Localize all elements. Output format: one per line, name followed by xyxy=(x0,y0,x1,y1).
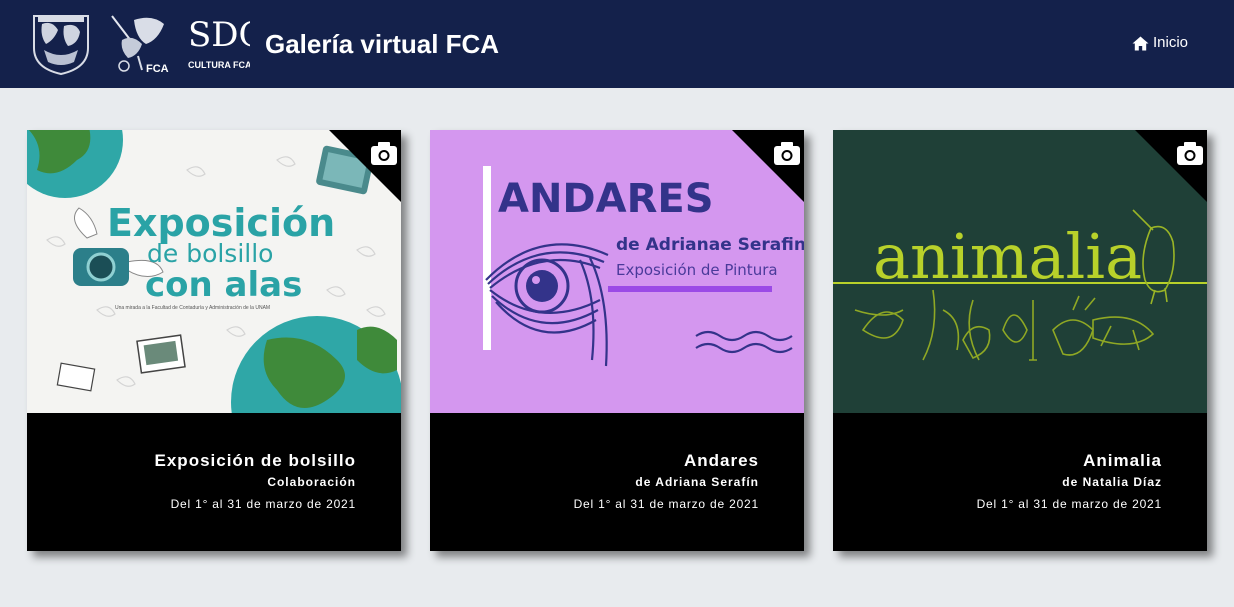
exhibition-card-animalia[interactable]: animalia Animalia de Natalia Díaz Del 1°… xyxy=(833,130,1207,551)
poster-andares-caption: Exposición de Pintura xyxy=(616,261,778,279)
card-corner-badge xyxy=(1135,130,1207,202)
exhibition-card-andares[interactable]: ANDARES de Adrianae Serafin Exposición d… xyxy=(430,130,804,551)
exhibition-card-bolsillo[interactable]: Exposición de bolsillo con alas Una mira… xyxy=(27,130,401,551)
card-dates: Del 1° al 31 de marzo de 2021 xyxy=(976,497,1162,511)
poster-andares-heading: ANDARES xyxy=(498,176,714,222)
card-subtitle: de Adriana Serafín xyxy=(635,475,759,489)
card-subtitle: de Natalia Díaz xyxy=(1062,475,1162,489)
card-dates: Del 1° al 31 de marzo de 2021 xyxy=(170,497,356,511)
home-nav-label: Inicio xyxy=(1153,34,1189,51)
fca-logo[interactable]: FCA xyxy=(108,10,172,76)
cultura-fca-logo[interactable]: SDC CULTURA FCA xyxy=(186,10,265,72)
card-info-andares: Andares de Adriana Serafín Del 1° al 31 … xyxy=(430,413,804,551)
card-title: Exposición de bolsillo xyxy=(154,451,356,470)
card-subtitle: Colaboración xyxy=(267,475,356,489)
poster-bolsillo-tagline: Una mirada a la Facultad de Contaduría y… xyxy=(115,305,270,311)
card-title: Animalia xyxy=(1083,451,1162,470)
home-nav-link[interactable]: Inicio xyxy=(1132,34,1188,52)
poster-andares-author: de Adrianae Serafin xyxy=(616,235,804,255)
card-info-bolsillo: Exposición de bolsillo Colaboración Del … xyxy=(27,413,401,551)
poster-bolsillo-line2: de bolsillo xyxy=(147,239,273,268)
home-icon xyxy=(1132,36,1149,50)
card-info-animalia: Animalia de Natalia Díaz Del 1° al 31 de… xyxy=(833,413,1207,551)
site-title: Galería virtual FCA xyxy=(265,29,500,59)
card-corner-badge xyxy=(732,130,804,202)
card-dates: Del 1° al 31 de marzo de 2021 xyxy=(573,497,759,511)
top-navigation-bar: FCA SDC CULTURA FCA Galería virtual FCA … xyxy=(0,0,1234,88)
fca-logo-text: FCA xyxy=(146,63,169,75)
unam-crest-logo[interactable] xyxy=(28,10,94,76)
card-title: Andares xyxy=(683,451,759,470)
card-corner-badge xyxy=(329,130,401,202)
cultura-label-text: CULTURA FCA xyxy=(188,60,250,70)
cultura-mark-text: SDC xyxy=(188,15,250,55)
poster-bolsillo-line3: con alas xyxy=(145,265,302,305)
